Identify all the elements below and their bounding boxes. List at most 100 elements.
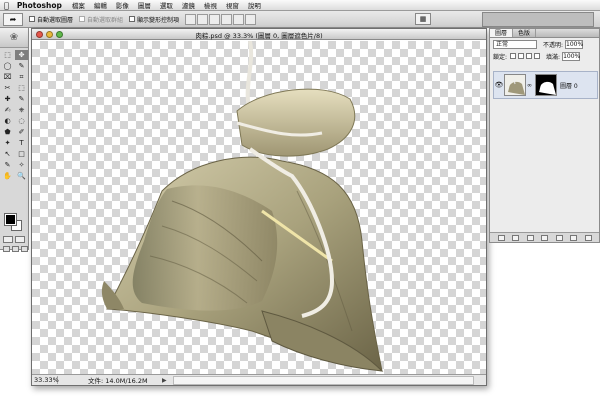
eraser-tool-icon[interactable]: ✍ bbox=[1, 105, 14, 115]
align-bottom-button[interactable] bbox=[209, 13, 221, 25]
menu-select[interactable]: 選取 bbox=[160, 0, 173, 10]
layer-name[interactable]: 圖層 0 bbox=[560, 81, 578, 90]
bridge-button[interactable]: ▦ bbox=[415, 13, 431, 25]
link-layers-button[interactable] bbox=[497, 234, 505, 241]
screen-mode-full-button[interactable] bbox=[21, 246, 28, 252]
tool-grid: ⬚ ✥ ◯ ✎ ⌧ ⌗ ✂ ⬚ ✚ ✎ ✍ ⎈ ◐ ◌ ⬟ ✐ ✦ T ↖ □ … bbox=[0, 48, 28, 183]
add-mask-button[interactable] bbox=[526, 234, 534, 241]
blur-tool-icon[interactable]: ◐ bbox=[1, 116, 14, 126]
palette-well[interactable] bbox=[482, 12, 594, 27]
visibility-eye-icon[interactable]: 👁 bbox=[494, 81, 504, 89]
rectangle-tool-icon[interactable]: □ bbox=[15, 149, 28, 159]
dodge-tool-icon[interactable]: ◌ bbox=[15, 116, 28, 126]
menu-layer[interactable]: 圖層 bbox=[138, 0, 151, 10]
show-transform-checkbox[interactable]: 顯示變形控制項 bbox=[129, 15, 179, 24]
blend-row: 正常 不透明: 100% bbox=[490, 38, 599, 50]
align-buttons bbox=[185, 13, 257, 25]
custom-shape-tool-icon[interactable]: ✦ bbox=[1, 138, 14, 148]
menu-file[interactable]: 檔案 bbox=[72, 0, 85, 10]
align-middle-button[interactable] bbox=[197, 13, 209, 25]
quick-mask-button[interactable] bbox=[15, 236, 25, 243]
tab-channels[interactable]: 色版 bbox=[513, 29, 537, 37]
fill-field[interactable]: 100% bbox=[562, 51, 580, 61]
photoshop-feather-icon[interactable]: ❀ bbox=[0, 28, 28, 48]
hand-tool-icon[interactable]: ✋ bbox=[1, 171, 14, 181]
lock-pixels-button[interactable] bbox=[518, 53, 525, 59]
marquee-tool-icon[interactable]: ⬚ bbox=[1, 50, 14, 60]
menu-edit[interactable]: 編輯 bbox=[94, 0, 107, 10]
layer-thumbnail[interactable] bbox=[504, 74, 526, 96]
align-top-button[interactable] bbox=[185, 13, 197, 25]
standard-mode-button[interactable] bbox=[3, 236, 13, 243]
add-layer-style-button[interactable] bbox=[512, 234, 519, 241]
crop-tool-icon[interactable]: ⌧ bbox=[1, 72, 14, 82]
type-tool-icon[interactable]: T bbox=[15, 138, 28, 148]
lock-label: 鎖定: bbox=[493, 53, 508, 61]
tab-layers[interactable]: 圖層 bbox=[490, 29, 514, 37]
horizontal-scrollbar[interactable] bbox=[172, 375, 474, 385]
align-center-button[interactable] bbox=[233, 13, 245, 25]
slice-tool-icon[interactable]: ⌗ bbox=[15, 72, 28, 82]
healing-brush-tool-icon[interactable]: ✂ bbox=[1, 83, 14, 93]
align-right-button[interactable] bbox=[245, 13, 257, 25]
mask-shape-icon bbox=[539, 81, 556, 95]
align-left-button[interactable] bbox=[221, 13, 233, 25]
menu-filter[interactable]: 濾鏡 bbox=[182, 0, 195, 10]
magic-wand-tool-icon[interactable]: ✎ bbox=[15, 61, 28, 71]
document-window: 肉粽.psd @ 33.3% (圖層 0, 圖層遮色片/8) 33.33% 文件… bbox=[31, 28, 487, 386]
status-menu-arrow-icon[interactable]: ▶ bbox=[162, 377, 167, 384]
auto-select-group-label: 自動選取群組 bbox=[87, 16, 124, 24]
lock-row: 鎖定: 填滿: 100% bbox=[490, 50, 599, 62]
blend-mode-select[interactable]: 正常 bbox=[493, 39, 537, 49]
tool-preset-picker[interactable]: ➦ bbox=[3, 12, 23, 26]
opacity-field[interactable]: 100% bbox=[565, 39, 583, 49]
delete-layer-button[interactable] bbox=[584, 234, 592, 241]
lock-all-button[interactable] bbox=[534, 53, 541, 59]
document-titlebar[interactable]: 肉粽.psd @ 33.3% (圖層 0, 圖層遮色片/8) bbox=[32, 29, 486, 40]
zoom-tool-icon[interactable]: 🔍 bbox=[15, 171, 28, 181]
move-tool-icon[interactable]: ✥ bbox=[15, 50, 28, 60]
layers-palette: 圖層 色版 正常 不透明: 100% 鎖定: 填滿: 100% 👁 ∞ 圖層 0 bbox=[489, 28, 600, 243]
mask-link-icon[interactable]: ∞ bbox=[527, 82, 532, 89]
status-bar: 33.33% 文件: 14.0M/16.2M ▶ bbox=[32, 374, 486, 385]
screen-mode-full-menu-button[interactable] bbox=[12, 246, 19, 252]
clone-stamp-tool-icon[interactable]: ✚ bbox=[1, 94, 14, 104]
gradient-tool-icon[interactable]: ⎈ bbox=[15, 105, 28, 115]
layer-mask-thumbnail[interactable] bbox=[535, 74, 557, 96]
zongzi-image bbox=[101, 41, 384, 372]
zongzi-thumbnail-icon bbox=[508, 78, 525, 95]
opacity-label: 不透明: bbox=[543, 41, 564, 49]
lock-transparency-button[interactable] bbox=[510, 53, 517, 59]
history-brush-tool-icon[interactable]: ✎ bbox=[15, 94, 28, 104]
new-adjustment-layer-button[interactable] bbox=[541, 234, 548, 241]
auto-select-layer-checkbox[interactable]: 自動選取圖層 bbox=[29, 15, 73, 24]
menu-window[interactable]: 視窗 bbox=[226, 0, 239, 10]
checkbox-box bbox=[29, 16, 35, 22]
bridge-icon: ▦ bbox=[419, 15, 427, 23]
eyedropper-tool-icon[interactable]: ✧ bbox=[15, 160, 28, 170]
foreground-color-swatch[interactable] bbox=[4, 213, 17, 226]
menu-view[interactable]: 檢視 bbox=[204, 0, 217, 10]
menu-help[interactable]: 說明 bbox=[248, 0, 261, 10]
zoom-level[interactable]: 33.33% bbox=[32, 376, 59, 384]
path-selection-tool-icon[interactable]: ⬟ bbox=[1, 127, 14, 137]
notes-tool-icon[interactable]: ✎ bbox=[1, 160, 14, 170]
apple-menu-icon[interactable]:  bbox=[4, 1, 9, 10]
lock-position-button[interactable] bbox=[526, 53, 533, 59]
lock-buttons bbox=[510, 53, 541, 59]
auto-select-layer-label: 自動選取圖層 bbox=[37, 16, 74, 24]
document-title: 肉粽.psd @ 33.3% (圖層 0, 圖層遮色片/8) bbox=[195, 32, 323, 40]
app-menu[interactable]: Photoshop bbox=[17, 1, 62, 10]
pen-tool-icon[interactable]: ✐ bbox=[15, 127, 28, 137]
brush-tool-icon[interactable]: ⬚ bbox=[15, 83, 28, 93]
screen-mode-standard-button[interactable] bbox=[3, 246, 10, 252]
lasso-tool-icon[interactable]: ◯ bbox=[1, 61, 14, 71]
layer-row[interactable]: 👁 ∞ 圖層 0 bbox=[493, 71, 598, 99]
checkbox-box bbox=[129, 16, 136, 22]
menu-image[interactable]: 影像 bbox=[116, 0, 129, 10]
new-layer-button[interactable] bbox=[570, 234, 577, 241]
auto-select-group-checkbox[interactable]: 自動選取群組 bbox=[79, 15, 123, 24]
direct-selection-tool-icon[interactable]: ↖ bbox=[1, 149, 14, 159]
new-group-button[interactable] bbox=[555, 234, 563, 241]
canvas[interactable] bbox=[32, 41, 486, 374]
